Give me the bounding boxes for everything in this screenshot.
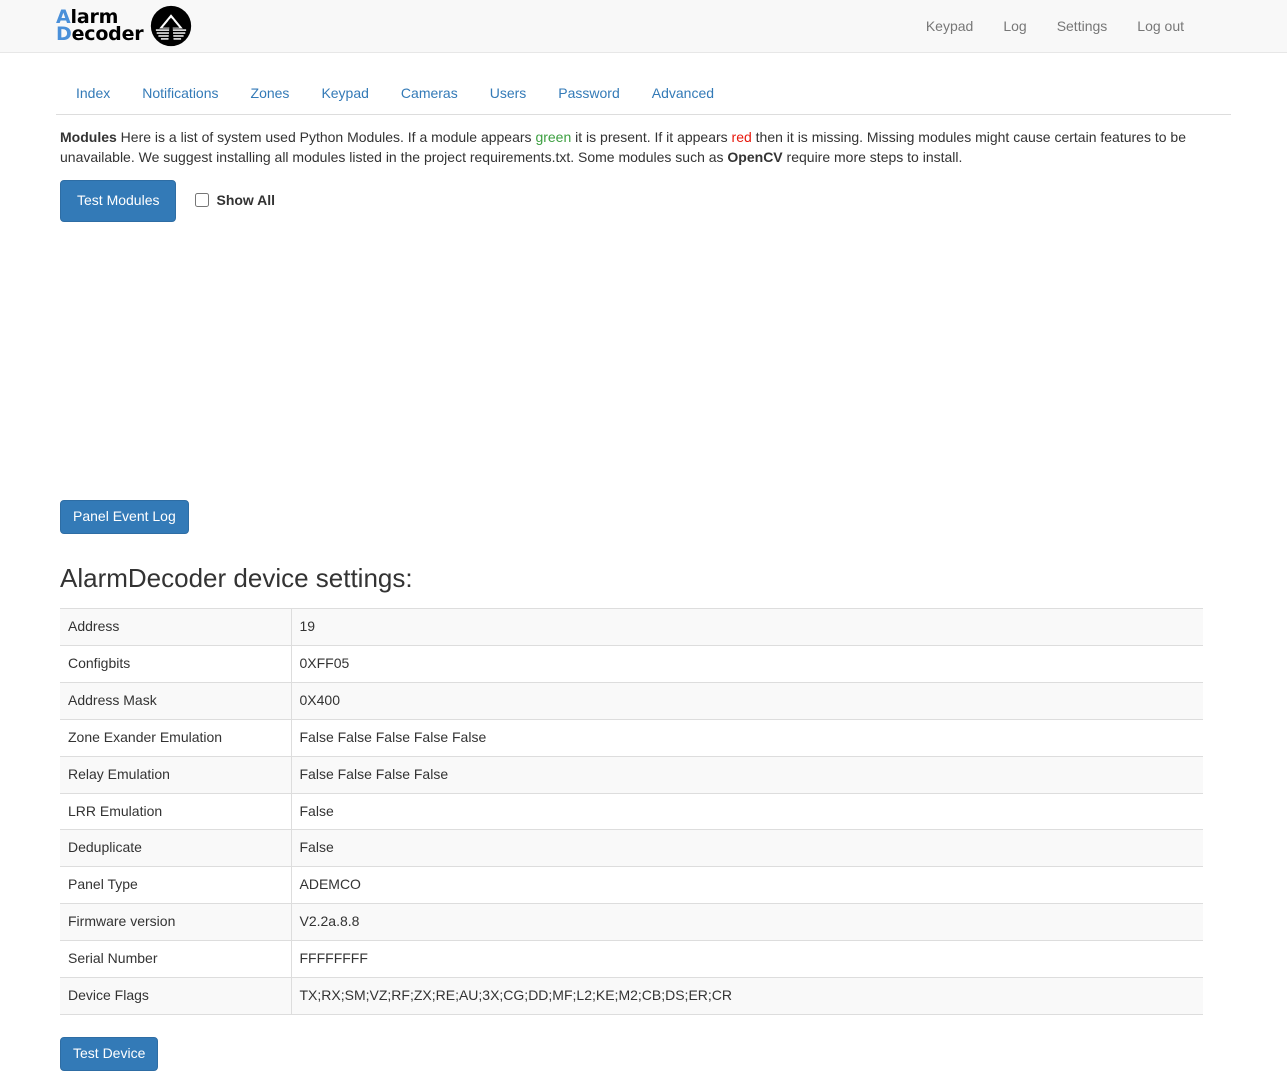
setting-key: Panel Type [60, 867, 291, 904]
nav-link-logout[interactable]: Log out [1122, 2, 1199, 50]
tab-password[interactable]: Password [542, 73, 635, 115]
modules-opencv-label: OpenCV [727, 149, 782, 165]
setting-key: Relay Emulation [60, 756, 291, 793]
table-row: Address 19 [60, 609, 1203, 646]
table-row: Device Flags TX;RX;SM;VZ;RF;ZX;RE;AU;3X;… [60, 977, 1203, 1014]
setting-key: Configbits [60, 646, 291, 683]
modules-label: Modules [60, 129, 117, 145]
module-list-area [56, 222, 1231, 500]
setting-key: Serial Number [60, 941, 291, 978]
tab-index[interactable]: Index [60, 73, 126, 115]
brand-logo-link[interactable]: Alarm Decoder [56, 0, 192, 52]
setting-key: Deduplicate [60, 830, 291, 867]
page-container: Index Notifications Zones Keypad Cameras… [56, 73, 1231, 1071]
tab-advanced[interactable]: Advanced [636, 73, 730, 115]
modules-green-word: green [535, 129, 571, 145]
show-all-checkbox[interactable] [195, 193, 209, 207]
device-settings-table: Address 19 Configbits 0XFF05 Address Mas… [60, 608, 1203, 1015]
setting-value: False [291, 830, 1203, 867]
modules-text-4: require more steps to install. [783, 149, 963, 165]
test-device-row: Test Device [56, 1037, 1231, 1071]
tab-notifications[interactable]: Notifications [126, 73, 234, 115]
setting-key: Address [60, 609, 291, 646]
setting-key: Firmware version [60, 904, 291, 941]
setting-value: FFFFFFFF [291, 941, 1203, 978]
settings-tab-nav: Index Notifications Zones Keypad Cameras… [56, 73, 1231, 115]
table-row: Configbits 0XFF05 [60, 646, 1203, 683]
setting-value: 0X400 [291, 682, 1203, 719]
modules-text-1: Here is a list of system used Python Mod… [117, 129, 536, 145]
setting-key: Zone Exander Emulation [60, 719, 291, 756]
show-all-label: Show All [216, 192, 275, 208]
nav-link-log[interactable]: Log [988, 2, 1041, 50]
navbar-links: Keypad Log Settings Log out [911, 2, 1199, 50]
modules-text-2: it is present. If it appears [571, 129, 731, 145]
nav-link-keypad[interactable]: Keypad [911, 2, 988, 50]
table-row: LRR Emulation False [60, 793, 1203, 830]
brand-line-decoder: Decoder [56, 26, 143, 43]
setting-value: 0XFF05 [291, 646, 1203, 683]
setting-value: 19 [291, 609, 1203, 646]
device-settings-heading: AlarmDecoder device settings: [56, 564, 1231, 593]
table-row: Zone Exander Emulation False False False… [60, 719, 1203, 756]
table-row: Address Mask 0X400 [60, 682, 1203, 719]
setting-value: False [291, 793, 1203, 830]
setting-value: V2.2a.8.8 [291, 904, 1203, 941]
brand-wordmark: Alarm Decoder [56, 9, 143, 43]
setting-value: False False False False False [291, 719, 1203, 756]
test-modules-button[interactable]: Test Modules [60, 180, 176, 222]
panel-event-log-row: Panel Event Log [56, 500, 1231, 534]
device-settings-table-body: Address 19 Configbits 0XFF05 Address Mas… [60, 609, 1203, 1015]
tab-zones[interactable]: Zones [235, 73, 306, 115]
setting-key: Device Flags [60, 977, 291, 1014]
table-row: Relay Emulation False False False False [60, 756, 1203, 793]
brand-rest-ecoder: ecoder [72, 23, 144, 45]
brand-accent-d: D [56, 23, 72, 45]
setting-value: False False False False [291, 756, 1203, 793]
setting-key: LRR Emulation [60, 793, 291, 830]
setting-value: TX;RX;SM;VZ;RF;ZX;RE;AU;3X;CG;DD;MF;L2;K… [291, 977, 1203, 1014]
table-row: Panel Type ADEMCO [60, 867, 1203, 904]
show-all-checkbox-wrapper[interactable]: Show All [195, 192, 275, 208]
setting-key: Address Mask [60, 682, 291, 719]
tab-cameras[interactable]: Cameras [385, 73, 474, 115]
panel-event-log-button[interactable]: Panel Event Log [60, 500, 189, 534]
modules-description: Modules Here is a list of system used Py… [56, 127, 1201, 168]
tab-users[interactable]: Users [474, 73, 543, 115]
modules-red-word: red [732, 129, 752, 145]
table-row: Firmware version V2.2a.8.8 [60, 904, 1203, 941]
alarmdecoder-logo-icon [150, 5, 192, 47]
test-device-button[interactable]: Test Device [60, 1037, 158, 1071]
module-controls: Test Modules Show All [56, 180, 1231, 222]
tab-keypad[interactable]: Keypad [305, 73, 384, 115]
table-row: Deduplicate False [60, 830, 1203, 867]
nav-link-settings[interactable]: Settings [1042, 2, 1123, 50]
setting-value: ADEMCO [291, 867, 1203, 904]
table-row: Serial Number FFFFFFFF [60, 941, 1203, 978]
top-navbar: Alarm Decoder Keypad Log Settings Log ou… [0, 0, 1287, 53]
